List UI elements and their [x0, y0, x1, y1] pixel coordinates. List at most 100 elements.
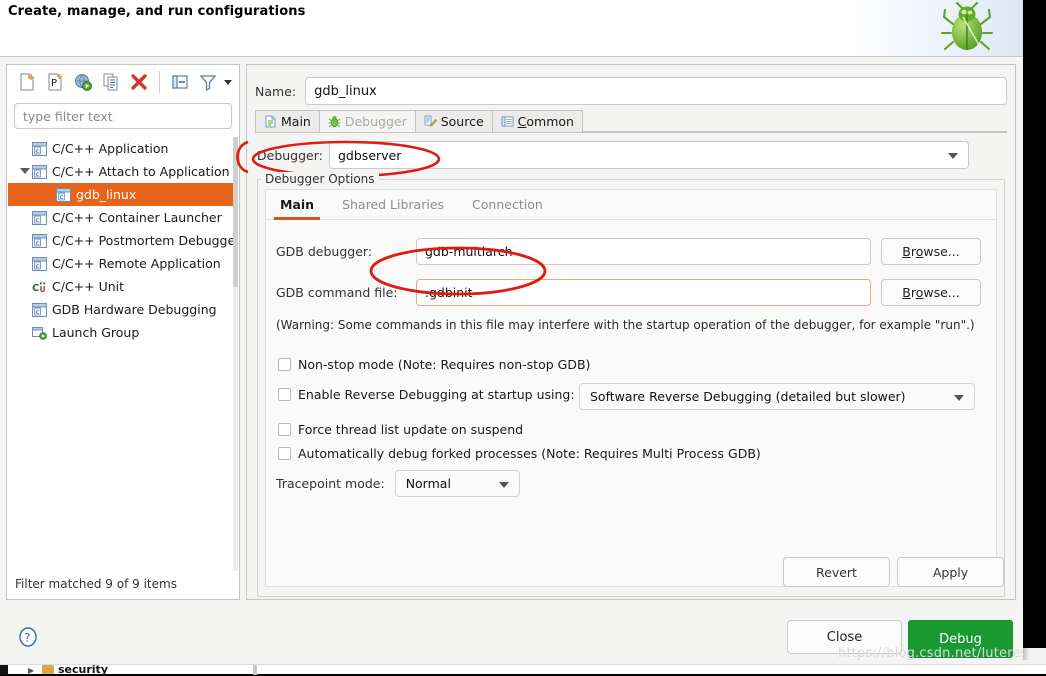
apply-button[interactable]: Apply — [897, 557, 1004, 587]
debugger-options-content: Main Shared Libraries Connection GDB debug… — [265, 189, 997, 587]
reverse-debugging-checkbox[interactable] — [278, 388, 291, 401]
duplicate-icon[interactable] — [101, 72, 121, 92]
c-config-icon: c — [32, 164, 47, 179]
gdb-command-file-input[interactable] — [416, 279, 871, 306]
chevron-down-icon — [954, 395, 964, 401]
inner-tab-connection[interactable]: Connection — [458, 190, 557, 220]
c-config-icon: c — [32, 302, 47, 317]
svg-text:?: ? — [24, 631, 30, 645]
expand-arrow-icon[interactable] — [20, 168, 30, 174]
tracepoint-mode-label: Tracepoint mode: — [276, 476, 385, 491]
revert-button[interactable]: Revert — [783, 557, 890, 587]
reverse-debugging-select[interactable]: Software Reverse Debugging (detailed but… — [579, 383, 975, 410]
launch-group-icon — [32, 326, 47, 340]
bug-small-icon — [328, 116, 341, 128]
force-thread-list-checkbox[interactable] — [278, 423, 291, 436]
watermark-text: https://blog.csdn.net/luteresa — [838, 646, 1023, 660]
help-icon[interactable]: ? — [18, 627, 38, 647]
filter-input[interactable] — [14, 103, 232, 129]
tree-item-gdb-linux[interactable]: c gdb_linux — [8, 183, 238, 206]
delete-icon[interactable] — [129, 72, 149, 92]
view-menu-icon[interactable] — [221, 72, 235, 92]
tab-debugger[interactable]: Debugger — [318, 110, 416, 132]
tree-item-label: C/C++ Postmortem Debugger — [52, 233, 238, 248]
tree-item-label: C/C++ Unit — [52, 279, 125, 294]
tree-item-c-c-application[interactable]: c C/C++ Application — [8, 137, 238, 160]
document-icon — [265, 115, 276, 128]
cunit-icon: CU — [32, 281, 46, 294]
c-config-icon: c — [32, 141, 47, 156]
debugger-inner-tab-bar: Main Shared Libraries Connection — [266, 190, 996, 220]
name-label: Name: — [255, 83, 297, 99]
tree-item-label: C/C++ Remote Application — [52, 256, 221, 271]
gdb-debugger-browse-button[interactable]: Browse... — [881, 238, 981, 265]
svg-text:c: c — [36, 262, 40, 270]
auto-debug-forked-row[interactable]: Automatically debug forked processes (No… — [278, 446, 761, 461]
non-stop-mode-row[interactable]: Non-stop mode (Note: Requires non-stop G… — [278, 357, 590, 372]
new-prototype-icon[interactable]: P — [45, 72, 65, 92]
tracepoint-mode-select[interactable]: Normal — [394, 470, 520, 497]
gdb-command-file-browse-button[interactable]: Browse... — [881, 279, 981, 306]
tab-label: Common — [517, 114, 574, 129]
inner-tab-label: Shared Libraries — [342, 197, 445, 212]
debugger-row: Debugger: gdbserver — [257, 141, 1005, 169]
gdb-command-file-label: GDB command file: — [276, 285, 398, 300]
tab-common[interactable]: Common — [491, 110, 583, 132]
debugger-select[interactable]: gdbserver — [329, 141, 969, 169]
inner-tab-label: Connection — [472, 197, 543, 212]
source-icon — [424, 115, 437, 127]
svg-text:c: c — [36, 216, 40, 224]
tab-label: Source — [440, 114, 484, 129]
inner-tab-label: Main — [280, 197, 315, 212]
tab-label: Debugger — [344, 114, 407, 129]
tree-item-label: C/C++ Attach to Application — [52, 164, 230, 179]
reverse-debugging-select-value: Software Reverse Debugging (detailed but… — [590, 389, 906, 404]
tree-item-c-c-attach-to-application[interactable]: c C/C++ Attach to Application — [8, 160, 238, 183]
filter-status-text: Filter matched 9 of 9 items — [15, 577, 177, 591]
tree-item-c-c-unit[interactable]: C U C/C++ Unit — [8, 275, 238, 298]
tree-item-gdb-hardware-debugging[interactable]: c GDB Hardware Debugging — [8, 298, 238, 321]
non-stop-mode-checkbox[interactable] — [278, 358, 291, 371]
svg-text:c: c — [60, 193, 64, 201]
new-launch-group-icon[interactable] — [73, 72, 93, 92]
name-input[interactable] — [305, 77, 1007, 105]
tree-item-c-c-remote-application[interactable]: c C/C++ Remote Application — [8, 252, 238, 275]
debugger-label: Debugger: — [257, 147, 323, 163]
tree-scrollbar-thumb[interactable] — [233, 137, 238, 287]
svg-text:c: c — [36, 239, 40, 247]
tab-source[interactable]: Source — [414, 110, 493, 132]
command-file-warning: (Warning: Some commands in this file may… — [276, 318, 975, 332]
collapse-all-icon[interactable] — [170, 72, 190, 92]
chevron-down-icon — [948, 153, 958, 159]
tree-scrollbar[interactable] — [233, 137, 238, 571]
filter-icon[interactable] — [198, 72, 218, 92]
group-title: Debugger Options — [261, 172, 379, 186]
banner-gradient — [843, 0, 1023, 56]
configurations-panel: P type filter text c C/C++ Application c… — [6, 64, 240, 600]
inner-tab-shared-libraries[interactable]: Shared Libraries — [328, 190, 458, 220]
tree-item-launch-group[interactable]: Launch Group — [8, 321, 238, 344]
folder-icon — [42, 665, 54, 674]
tree-item-label: gdb_linux — [76, 187, 137, 202]
bug-icon — [940, 2, 994, 51]
tab-main[interactable]: Main — [255, 110, 320, 132]
auto-debug-forked-label: Automatically debug forked processes (No… — [298, 446, 761, 461]
gdb-debugger-input[interactable] — [416, 238, 871, 265]
launch-configurations-dialog: Create, manage, and run configurations P… — [0, 0, 1023, 660]
tree-item-c-c-container-launcher[interactable]: c C/C++ Container Launcher — [8, 206, 238, 229]
name-row: Name: — [255, 77, 1007, 105]
force-thread-list-row[interactable]: Force thread list update on suspend — [278, 422, 523, 437]
tab-bar: Main Debugger Source Common — [255, 110, 1007, 133]
chevron-down-icon — [498, 482, 509, 488]
new-configuration-icon[interactable] — [17, 72, 37, 92]
auto-debug-forked-checkbox[interactable] — [278, 447, 291, 460]
gdb-debugger-row: GDB debugger: Browse... — [276, 238, 988, 265]
configurations-tree[interactable]: c C/C++ Application c C/C++ Attach to Appli… — [8, 137, 238, 571]
reverse-debugging-row[interactable]: Enable Reverse Debugging at startup usin… — [278, 387, 575, 402]
tree-item-c-c-postmortem-debugger[interactable]: c C/C++ Postmortem Debugger — [8, 229, 238, 252]
inner-tab-main[interactable]: Main — [266, 190, 328, 220]
configuration-editor-panel: Name: Main Debugger Source Common Debugger:… — [246, 64, 1016, 600]
tracepoint-mode-value: Normal — [405, 476, 451, 491]
background-tree-row[interactable]: ▶ security — [0, 663, 1046, 676]
tree-item-label: GDB Hardware Debugging — [52, 302, 217, 317]
